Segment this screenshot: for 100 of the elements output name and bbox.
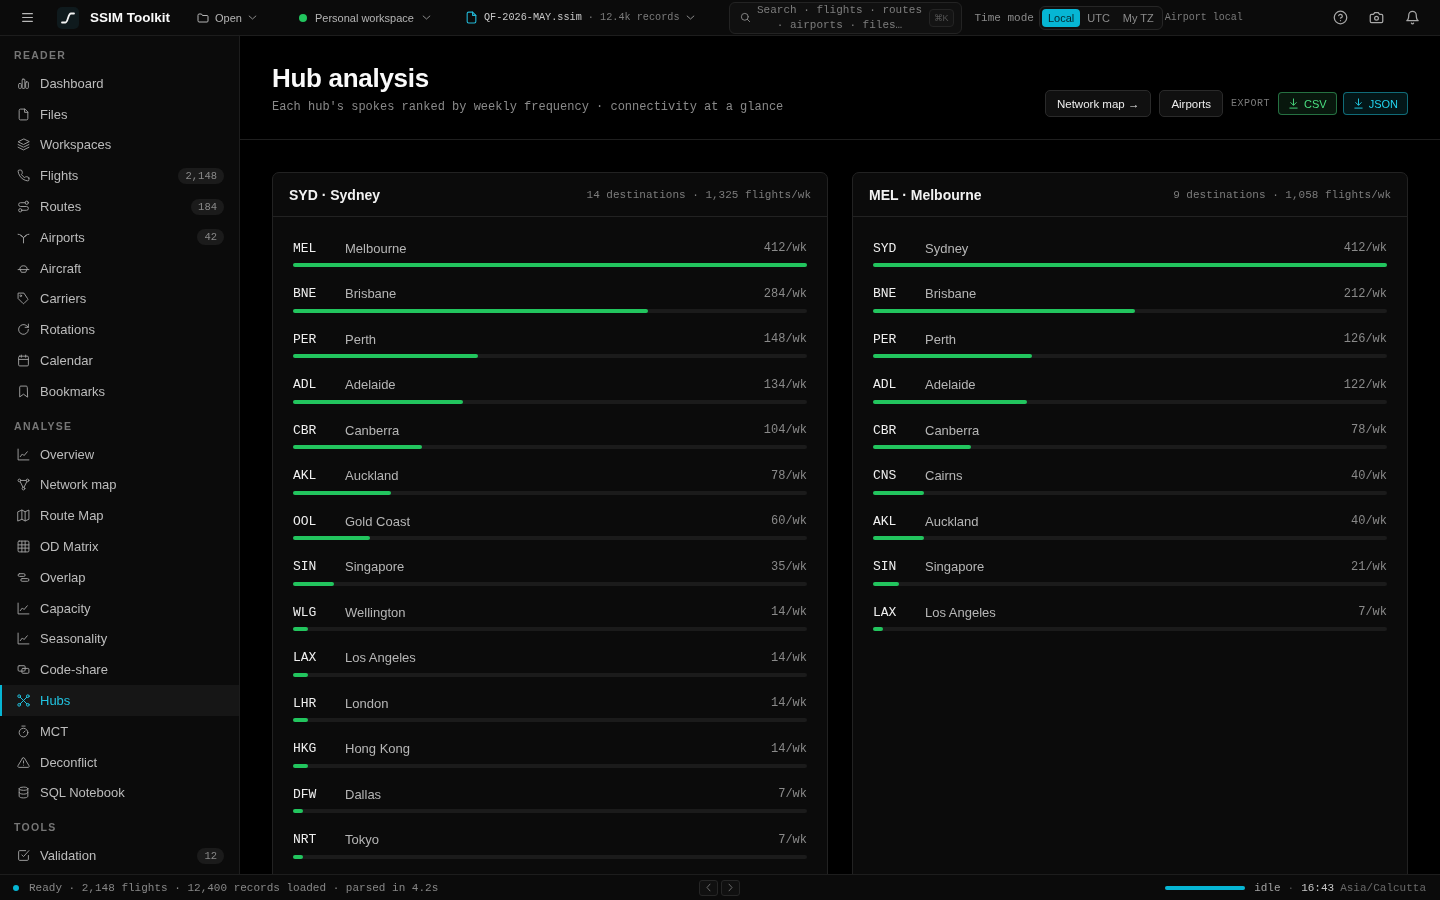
layers-icon: [17, 138, 30, 152]
caret-icon: [685, 13, 695, 22]
timezone: Asia/Calcutta: [1340, 881, 1426, 894]
city-name: Cairns: [925, 468, 964, 483]
city-name: Los Angeles: [925, 604, 997, 620]
camera-icon[interactable]: [1369, 10, 1384, 25]
section-title: READER: [13, 48, 68, 63]
search-icon: [739, 12, 751, 23]
frequency-value: 14/wk: [771, 650, 807, 665]
phone-icon: [17, 169, 30, 183]
calendar-icon: [17, 354, 30, 368]
frequency-value: 78/wk: [771, 468, 807, 483]
sidebar-item[interactable]: Validation 12: [0, 840, 239, 872]
open-button[interactable]: Open: [197, 11, 257, 24]
menu-icon[interactable]: [20, 11, 35, 24]
sidebar-item[interactable]: Network map: [0, 469, 239, 501]
city-name: Adelaide: [345, 377, 397, 392]
sidebar-item[interactable]: Hubs: [0, 685, 239, 716]
time-mode-tab[interactable]: Local: [1041, 8, 1081, 27]
stopwatch-icon: [17, 724, 30, 738]
city-name: Hong Kong: [345, 741, 412, 756]
frequency-value: 122/wk: [1343, 377, 1387, 392]
sidebar-item[interactable]: Calendar: [0, 345, 239, 376]
page-subtitle: Each hub's spokes ranked by weekly frequency · connectivity at a glance: [272, 99, 784, 115]
line-chart-icon: [17, 632, 30, 646]
sidebar-item[interactable]: Workspaces: [0, 129, 239, 161]
frequency-value: 78/wk: [1351, 423, 1387, 437]
sidebar-item[interactable]: Seasonality: [0, 623, 239, 655]
help-icon[interactable]: [1333, 10, 1348, 25]
time-mode-note: Airport local: [1164, 12, 1243, 23]
airport-code: SIN: [873, 559, 898, 574]
time-mode-tab[interactable]: UTC: [1081, 8, 1116, 27]
sidebar-item[interactable]: Route Map: [0, 500, 239, 532]
city-name: Auckland: [925, 513, 980, 529]
grid-icon: [17, 540, 30, 554]
section-title: ANALYSE: [13, 418, 74, 434]
airport-code: HKG: [293, 741, 318, 756]
frequency-value: 60/wk: [771, 514, 807, 528]
workspace-dropdown[interactable]: Personal workspace: [298, 11, 431, 24]
database-icon: [17, 786, 30, 800]
sidebar-item[interactable]: Dashboard: [0, 68, 239, 99]
bookmark-icon: [17, 384, 30, 398]
nav-button[interactable]: Network map →: [1044, 90, 1152, 117]
sidebar-item[interactable]: Routes 184: [0, 191, 239, 222]
time-mode-label: Time mode: [974, 11, 1034, 24]
sidebar-item[interactable]: Capacity: [0, 592, 239, 624]
frequency-value: 7/wk: [778, 787, 807, 801]
sidebar-item[interactable]: Deconflict: [0, 746, 239, 778]
sidebar-item[interactable]: Bookmarks: [0, 375, 239, 407]
sidebar-item[interactable]: Aircraft: [0, 252, 239, 284]
nav-button[interactable]: Airports: [1159, 90, 1223, 117]
frequency-value: 40/wk: [1351, 468, 1387, 483]
sidebar-item[interactable]: Overlap: [0, 561, 239, 593]
download-icon: [1352, 98, 1364, 109]
airport-code: MEL: [293, 240, 318, 256]
city-name: Canberra: [345, 422, 401, 438]
count-badge: 42: [197, 229, 224, 246]
sidebar-item[interactable]: MCT: [0, 715, 239, 747]
airport-code: PER: [293, 331, 318, 347]
frequency-value: 14/wk: [771, 696, 807, 710]
shortcut-key: ⌘K: [928, 8, 954, 27]
count-badge: 2,148: [178, 167, 224, 184]
airport-code: CNS: [873, 468, 898, 483]
bar-chart-icon: [17, 76, 30, 90]
stacked-bars-icon: [17, 570, 30, 584]
city-name: London: [345, 695, 390, 711]
warning-icon: [17, 755, 30, 769]
city-name: Brisbane: [925, 286, 978, 301]
download-icon: [1288, 98, 1300, 109]
hub-summary: 9 destinations · 1,058 flights/wk: [1173, 188, 1391, 201]
network-icon: [17, 478, 30, 492]
check-square-icon: [17, 849, 30, 863]
sidebar-item[interactable]: Overview: [0, 438, 239, 470]
line-chart-icon: [17, 447, 30, 461]
sidebar-item[interactable]: Airports 42: [0, 222, 239, 253]
sidebar-item[interactable]: Files: [0, 98, 239, 130]
airport-code: WLG: [293, 604, 318, 620]
sidebar-item[interactable]: Code-share: [0, 654, 239, 686]
city-name: Dallas: [345, 786, 383, 802]
chevron-right-icon: [726, 883, 735, 892]
file-dropdown[interactable]: QF-2026-MAY.ssim · 12.4k records: [465, 11, 695, 24]
airport-code: AKL: [873, 513, 898, 529]
time-mode-tab[interactable]: My TZ: [1116, 8, 1160, 27]
export-button[interactable]: CSV: [1278, 92, 1337, 115]
status-text: Ready · 2,148 flights · 12,400 records loaded · parsed in 4.2s: [29, 881, 439, 894]
city-name: Sydney: [925, 240, 970, 256]
airport-code: SIN: [293, 559, 318, 574]
sidebar-item[interactable]: OD Matrix: [0, 531, 239, 562]
sidebar-item[interactable]: SQL Notebook: [0, 777, 239, 809]
sidebar-item[interactable]: Rotations: [0, 314, 239, 346]
bell-icon[interactable]: [1405, 10, 1420, 25]
sidebar-item[interactable]: Flights 2,148: [0, 160, 239, 192]
city-name: Perth: [345, 331, 378, 347]
caret-icon: [422, 13, 431, 22]
frequency-value: 134/wk: [763, 377, 807, 392]
city-name: Auckland: [345, 468, 400, 483]
sidebar-item[interactable]: Carriers: [0, 283, 239, 315]
city-name: Adelaide: [925, 377, 977, 392]
export-button[interactable]: JSON: [1342, 92, 1408, 115]
airport-code: BNE: [873, 286, 898, 301]
